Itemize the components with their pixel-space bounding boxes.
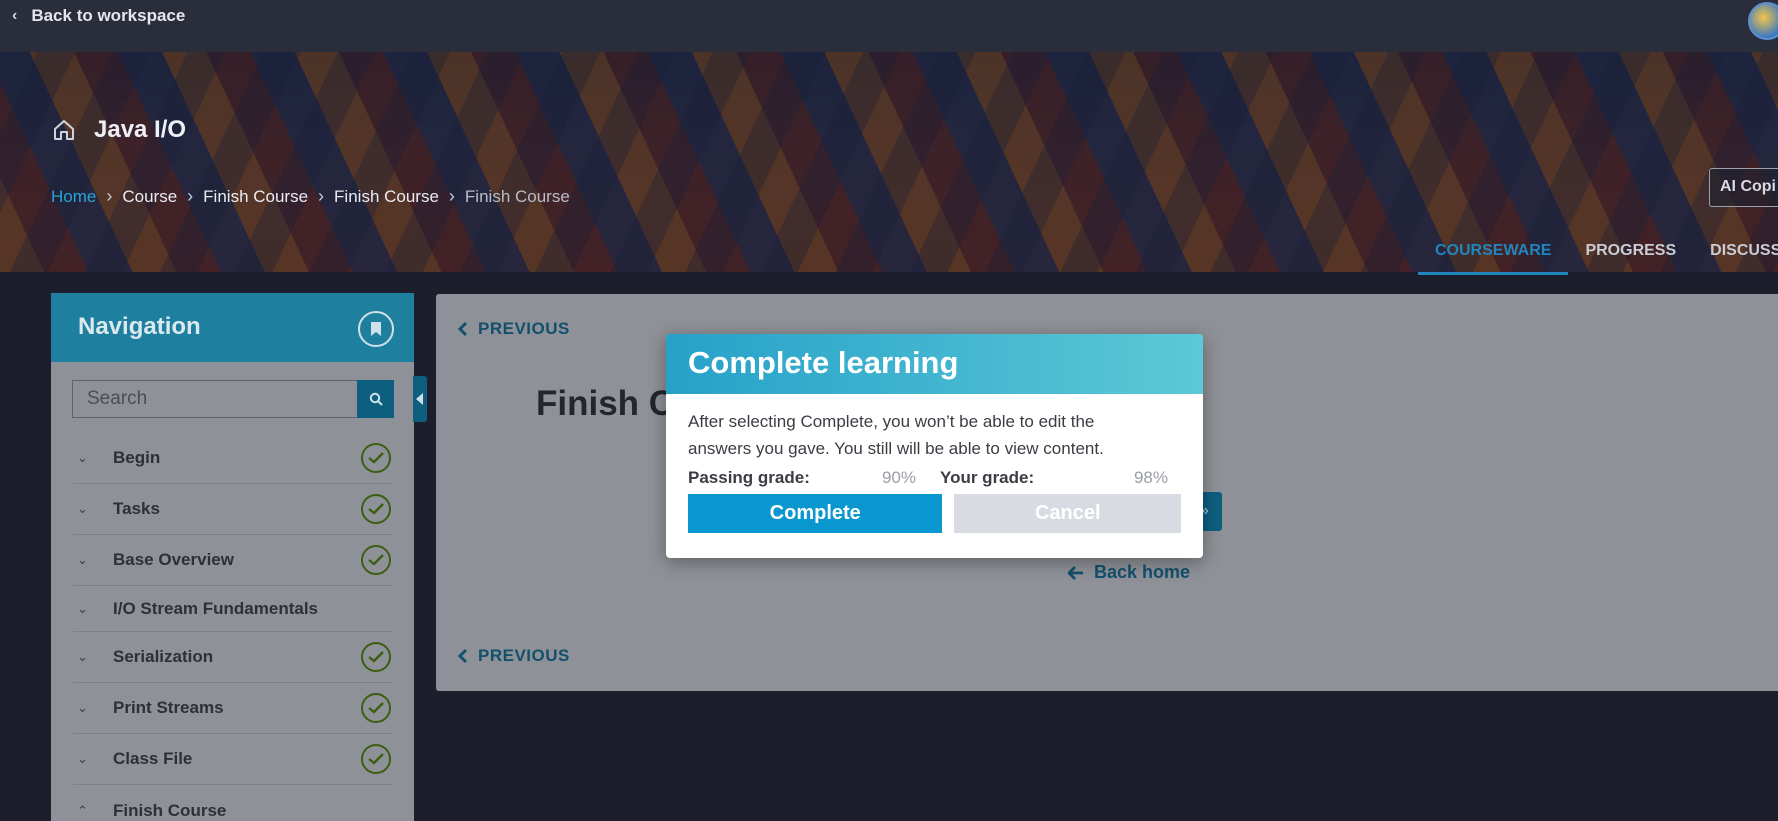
nav-item-label: Serialization bbox=[113, 647, 214, 666]
unit-heading: Finish Co bbox=[536, 384, 671, 423]
nav-item-print-streams[interactable]: ⌄ Print Streams bbox=[73, 683, 393, 734]
chevron-left-icon bbox=[458, 648, 468, 664]
tab-courseware[interactable]: COURSEWARE bbox=[1418, 240, 1569, 275]
check-circle-icon bbox=[361, 494, 391, 524]
nav-item-label: Finish Course bbox=[113, 800, 227, 820]
course-title-text: Java I/O bbox=[94, 116, 187, 143]
home-icon[interactable] bbox=[52, 118, 76, 142]
your-grade-label: Your grade: bbox=[940, 468, 1035, 487]
check-circle-icon bbox=[361, 545, 391, 575]
nav-item-label: Print Streams bbox=[113, 698, 224, 717]
chevron-down-icon[interactable]: ⌄ bbox=[73, 450, 113, 466]
chevron-down-icon[interactable]: ⌄ bbox=[73, 601, 113, 617]
nav-item-label: Base Overview bbox=[113, 550, 234, 569]
back-to-workspace-label: Back to workspace bbox=[31, 6, 186, 25]
chevron-left-icon bbox=[458, 321, 468, 337]
breadcrumb: Home › Course › Finish Course › Finish C… bbox=[51, 186, 570, 207]
course-tabs: COURSEWARE PROGRESS DISCUSSI bbox=[1418, 240, 1778, 275]
nav-item-tasks[interactable]: ⌄ Tasks bbox=[73, 484, 393, 535]
tab-progress[interactable]: PROGRESS bbox=[1568, 240, 1693, 275]
nav-item-serialization[interactable]: ⌄ Serialization bbox=[73, 632, 393, 683]
chevron-right-icon: › bbox=[106, 186, 113, 206]
dialog-body: After selecting Complete, you won’t be a… bbox=[666, 394, 1203, 533]
dialog-title: Complete learning bbox=[688, 345, 959, 380]
grades-row: Passing grade: 90% Your grade: 98% bbox=[688, 468, 1181, 488]
arrow-left-icon bbox=[1068, 565, 1083, 580]
navigation-search bbox=[72, 380, 394, 418]
back-to-workspace-link[interactable]: ‹ Back to workspace bbox=[12, 6, 185, 26]
breadcrumb-finish-course-2[interactable]: Finish Course bbox=[334, 187, 439, 207]
check-circle-icon bbox=[361, 443, 391, 473]
breadcrumb-home[interactable]: Home bbox=[51, 187, 96, 207]
nav-item-class-file[interactable]: ⌄ Class File bbox=[73, 734, 393, 785]
chevron-up-icon[interactable]: ⌃ bbox=[73, 803, 113, 819]
nav-item-label: Tasks bbox=[113, 499, 160, 518]
collapse-navigation-button[interactable] bbox=[413, 376, 427, 422]
back-home-label: Back home bbox=[1094, 562, 1191, 582]
chevron-down-icon[interactable]: ⌄ bbox=[73, 751, 113, 767]
chevron-left-icon: ‹ bbox=[12, 7, 18, 24]
passing-grade-label: Passing grade: bbox=[688, 468, 810, 487]
breadcrumb-current: Finish Course bbox=[464, 186, 570, 206]
your-grade: Your grade: 98% bbox=[940, 468, 1170, 488]
bookmark-button[interactable] bbox=[358, 311, 394, 347]
check-circle-icon bbox=[361, 693, 391, 723]
breadcrumb-course[interactable]: Course bbox=[122, 187, 177, 207]
nav-item-label: I/O Stream Fundamentals bbox=[113, 598, 318, 618]
chevron-down-icon[interactable]: ⌄ bbox=[73, 552, 113, 568]
cancel-button[interactable]: Cancel bbox=[954, 494, 1181, 533]
avatar[interactable] bbox=[1748, 2, 1778, 40]
tab-discussion[interactable]: DISCUSSI bbox=[1693, 240, 1778, 275]
complete-learning-dialog: Complete learning After selecting Comple… bbox=[666, 334, 1203, 558]
nav-item-io-stream-fundamentals[interactable]: ⌄ I/O Stream Fundamentals bbox=[73, 586, 393, 632]
previous-label: PREVIOUS bbox=[478, 646, 570, 665]
nav-item-finish-course[interactable]: ⌃ Finish Course bbox=[73, 785, 393, 821]
navigation-panel: Navigation ⌄ Begin ⌄ Tasks bbox=[51, 293, 414, 821]
nav-item-base-overview[interactable]: ⌄ Base Overview bbox=[73, 535, 393, 586]
chevron-down-icon[interactable]: ⌄ bbox=[73, 649, 113, 665]
search-icon bbox=[369, 392, 383, 406]
previous-label: PREVIOUS bbox=[478, 319, 570, 338]
chevron-right-icon: › bbox=[318, 186, 325, 206]
navigation-list: ⌄ Begin ⌄ Tasks ⌄ Base Overview ⌄ I/O St… bbox=[73, 433, 393, 821]
complete-button[interactable]: Complete bbox=[688, 494, 943, 533]
bookmark-icon bbox=[371, 322, 381, 336]
check-circle-icon bbox=[361, 642, 391, 672]
previous-button-top[interactable]: PREVIOUS bbox=[458, 319, 570, 339]
banner-overlay bbox=[0, 52, 1778, 272]
course-title: Java I/O bbox=[52, 116, 186, 144]
ai-copilot-button[interactable]: AI Copi bbox=[1709, 168, 1778, 207]
your-grade-value: 98% bbox=[1133, 468, 1168, 487]
navigation-title: Navigation bbox=[78, 313, 201, 340]
navigation-header: Navigation bbox=[51, 293, 414, 362]
dialog-actions: Complete Cancel bbox=[688, 494, 1181, 533]
passing-grade: Passing grade: 90% bbox=[688, 468, 918, 488]
search-button[interactable] bbox=[357, 380, 394, 418]
back-home-link[interactable]: Back home bbox=[1068, 562, 1190, 583]
previous-button-bottom[interactable]: PREVIOUS bbox=[458, 646, 570, 666]
passing-grade-value: 90% bbox=[881, 468, 916, 487]
dialog-header: Complete learning bbox=[666, 334, 1203, 394]
nav-item-label: Begin bbox=[113, 448, 161, 467]
top-bar: ‹ Back to workspace bbox=[0, 0, 1778, 52]
nav-item-begin[interactable]: ⌄ Begin bbox=[73, 433, 393, 484]
chevron-right-icon: › bbox=[187, 186, 194, 206]
check-circle-icon bbox=[361, 744, 391, 774]
search-input[interactable] bbox=[72, 380, 357, 418]
chevron-down-icon[interactable]: ⌄ bbox=[73, 700, 113, 716]
breadcrumb-finish-course-1[interactable]: Finish Course bbox=[203, 187, 308, 207]
chevron-right-icon: › bbox=[448, 186, 455, 206]
nav-item-label: Class File bbox=[113, 749, 193, 768]
chevron-down-icon[interactable]: ⌄ bbox=[73, 501, 113, 517]
dialog-message: After selecting Complete, you won’t be a… bbox=[688, 412, 1104, 458]
